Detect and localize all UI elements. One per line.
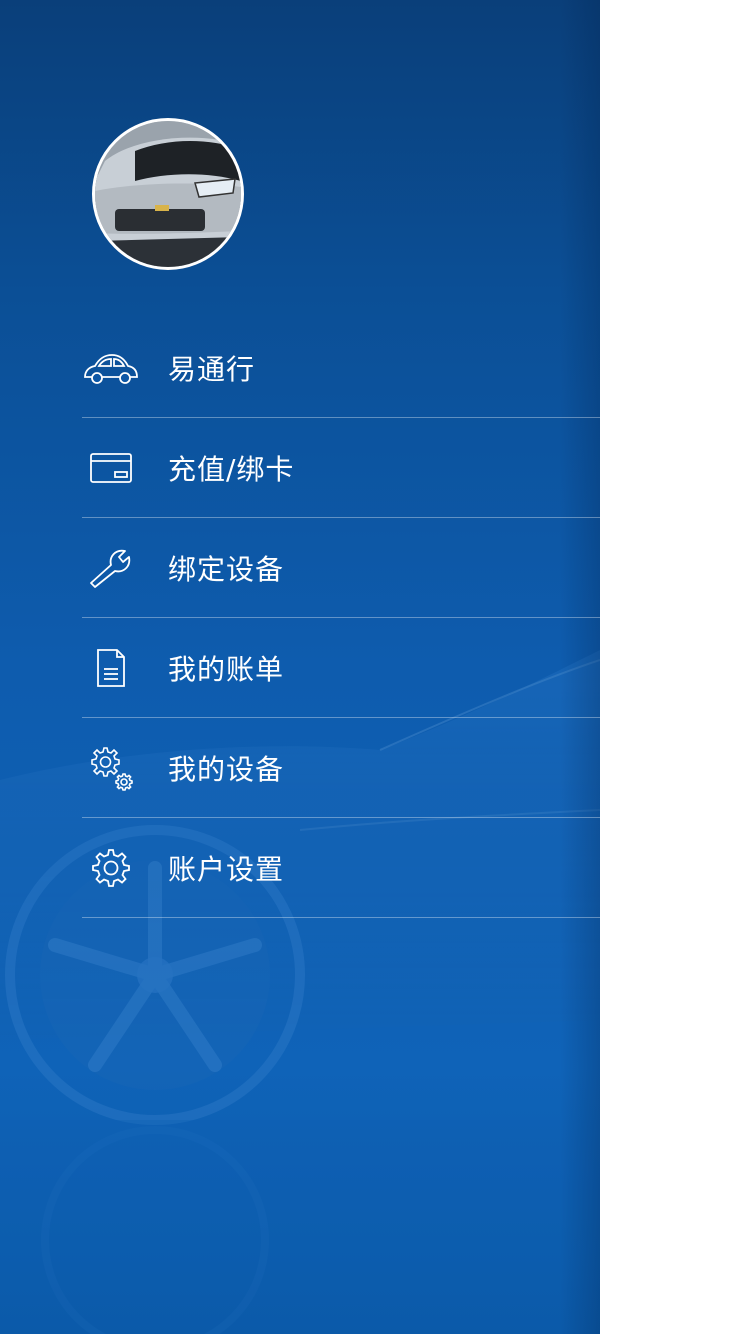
document-icon	[82, 644, 140, 692]
car-photo	[95, 121, 241, 267]
menu-item-etc-pass[interactable]: 易通行	[82, 318, 600, 418]
menu-item-label: 我的设备	[168, 752, 285, 786]
menu-item-label: 绑定设备	[168, 552, 285, 586]
menu-item-my-device[interactable]: 我的设备	[82, 718, 600, 818]
wrench-icon	[82, 544, 140, 592]
avatar[interactable]	[92, 118, 244, 270]
menu-item-label: 易通行	[168, 352, 256, 386]
menu-item-account-settings[interactable]: 账户设置	[82, 818, 600, 918]
menu-item-label: 充值/绑卡	[168, 452, 295, 486]
menu-item-label: 账户设置	[168, 852, 285, 886]
car-icon	[82, 344, 140, 392]
menu-item-label: 我的账单	[168, 652, 285, 686]
gears-icon	[82, 744, 140, 792]
gear-icon	[82, 844, 140, 892]
menu-item-bind-device[interactable]: 绑定设备	[82, 518, 600, 618]
side-drawer: 易通行 充值/绑卡 绑定设备 我的账单 我的设备 账户设置	[0, 0, 600, 1334]
main-content-area[interactable]	[600, 0, 750, 1334]
card-icon	[82, 444, 140, 492]
menu-item-my-bill[interactable]: 我的账单	[82, 618, 600, 718]
menu-item-recharge-bind-card[interactable]: 充值/绑卡	[82, 418, 600, 518]
drawer-menu: 易通行 充值/绑卡 绑定设备 我的账单 我的设备 账户设置	[82, 318, 600, 918]
